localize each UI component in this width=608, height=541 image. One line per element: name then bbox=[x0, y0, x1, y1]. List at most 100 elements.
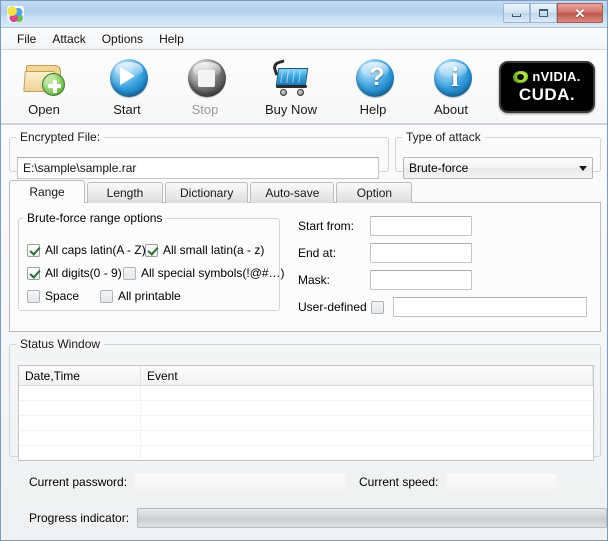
title-bar: ✕ bbox=[1, 1, 607, 28]
current-password-label: Current password: bbox=[29, 475, 128, 489]
current-password-row: Current password: bbox=[29, 474, 346, 490]
column-header-date-time[interactable]: Date,Time bbox=[19, 366, 141, 385]
field-row-start-from: Start from: bbox=[298, 216, 472, 236]
tab-option[interactable]: Option bbox=[336, 182, 413, 203]
checkbox-all-digits[interactable] bbox=[27, 266, 40, 280]
encrypted-file-legend: Encrypted File: bbox=[20, 130, 101, 144]
table-row[interactable] bbox=[19, 386, 593, 401]
table-row[interactable] bbox=[19, 416, 593, 431]
checkbox-row-all-special-symbols[interactable]: All special symbols(!@#…) bbox=[123, 266, 285, 280]
checkbox-space[interactable] bbox=[27, 289, 40, 303]
status-window-legend: Status Window bbox=[20, 337, 101, 351]
maximize-icon bbox=[539, 9, 548, 17]
maximize-button[interactable] bbox=[530, 3, 557, 23]
label-start-from: Start from: bbox=[298, 219, 355, 233]
label-user-defined: User-defined bbox=[298, 300, 367, 314]
nvidia-brand-label: nVIDIA. bbox=[532, 69, 581, 84]
toolbar-button-open[interactable]: Open bbox=[9, 54, 79, 117]
minimize-button[interactable] bbox=[503, 3, 530, 23]
encrypted-file-input[interactable]: E:\sample\sample.rar bbox=[17, 157, 379, 179]
client-area: Encrypted File: E:\sample\sample.rar Typ… bbox=[1, 124, 607, 540]
toolbar-label-open: Open bbox=[28, 102, 60, 117]
tab-dictionary-label: Dictionary bbox=[180, 186, 234, 200]
question-mark-icon: ? bbox=[351, 56, 395, 100]
checkbox-user-defined[interactable] bbox=[371, 300, 384, 314]
progress-indicator-label: Progress indicator: bbox=[29, 511, 130, 525]
tab-option-label: Option bbox=[356, 186, 393, 200]
tab-auto-save[interactable]: Auto-save bbox=[250, 182, 335, 203]
nvidia-eye-logo-icon bbox=[513, 70, 529, 83]
attack-type-select[interactable]: Brute-force bbox=[403, 157, 593, 179]
close-button[interactable]: ✕ bbox=[557, 3, 603, 23]
status-table-body bbox=[19, 386, 593, 460]
field-row-user-defined: User-defined bbox=[298, 297, 587, 317]
checkbox-all-special-symbols[interactable] bbox=[123, 266, 136, 280]
attack-type-legend: Type of attack bbox=[406, 130, 481, 144]
menu-item-attack[interactable]: Attack bbox=[44, 30, 93, 48]
toolbar-button-help[interactable]: ? Help bbox=[338, 54, 408, 117]
toolbar-button-about[interactable]: i About bbox=[416, 54, 486, 117]
checkbox-all-caps-latin[interactable] bbox=[27, 243, 40, 257]
tab-range-label: Range bbox=[29, 185, 65, 199]
current-password-value bbox=[135, 474, 346, 490]
shopping-cart-icon bbox=[269, 56, 313, 100]
toolbar: Open Start Stop Buy Now ? Help i About n… bbox=[1, 50, 607, 124]
toolbar-label-help: Help bbox=[359, 102, 387, 117]
tab-range[interactable]: Range bbox=[9, 180, 85, 203]
checkbox-all-printable[interactable] bbox=[100, 289, 113, 303]
checkbox-all-small-latin[interactable] bbox=[145, 243, 158, 257]
menu-bar: File Attack Options Help bbox=[1, 28, 607, 50]
current-speed-value bbox=[446, 474, 557, 490]
cuda-product-label: CUDA. bbox=[518, 85, 576, 104]
tab-auto-save-label: Auto-save bbox=[265, 186, 320, 200]
input-start-from[interactable] bbox=[370, 216, 472, 236]
attack-type-group: Type of attack Brute-force bbox=[395, 130, 601, 179]
toolbar-button-stop[interactable]: Stop bbox=[170, 54, 240, 117]
checkbox-row-space[interactable]: Space bbox=[27, 289, 79, 303]
play-icon bbox=[105, 56, 149, 100]
checkbox-row-all-printable[interactable]: All printable bbox=[100, 289, 181, 303]
status-window-group: Status Window Date,Time Event bbox=[9, 337, 601, 461]
app-icon bbox=[7, 6, 24, 23]
table-row[interactable] bbox=[19, 446, 593, 460]
tab-panel-range: Brute-force range options All caps latin… bbox=[9, 202, 601, 332]
checkbox-row-all-digits[interactable]: All digits(0 - 9) bbox=[27, 266, 122, 280]
close-icon: ✕ bbox=[574, 5, 586, 21]
toolbar-button-buy-now[interactable]: Buy Now bbox=[252, 54, 330, 117]
minimize-icon bbox=[512, 13, 521, 17]
tab-length[interactable]: Length bbox=[87, 182, 163, 203]
menu-item-file[interactable]: File bbox=[9, 30, 44, 48]
checkbox-row-all-small-latin[interactable]: All small latin(a - z) bbox=[145, 243, 264, 257]
folder-add-icon bbox=[22, 56, 66, 100]
label-end-at: End at: bbox=[298, 246, 337, 260]
menu-item-options[interactable]: Options bbox=[94, 30, 151, 48]
stop-icon bbox=[183, 56, 227, 100]
window-controls: ✕ bbox=[503, 3, 603, 23]
tab-dictionary[interactable]: Dictionary bbox=[165, 182, 249, 203]
progress-bar bbox=[137, 508, 607, 528]
toolbar-button-start[interactable]: Start bbox=[92, 54, 162, 117]
input-mask[interactable] bbox=[370, 270, 472, 290]
toolbar-label-stop: Stop bbox=[191, 102, 219, 117]
table-row[interactable] bbox=[19, 401, 593, 416]
brute-force-range-options-legend: Brute-force range options bbox=[27, 211, 163, 225]
application-window: ✕ File Attack Options Help Open Start St… bbox=[0, 0, 608, 541]
toolbar-label-buy-now: Buy Now bbox=[264, 102, 318, 117]
column-header-event[interactable]: Event bbox=[141, 366, 593, 385]
checkbox-row-all-caps-latin[interactable]: All caps latin(A - Z) bbox=[27, 243, 146, 257]
menu-item-help[interactable]: Help bbox=[151, 30, 192, 48]
nvidia-cuda-badge[interactable]: nVIDIA. CUDA. bbox=[499, 61, 595, 113]
checkbox-label-all-digits: All digits(0 - 9) bbox=[45, 266, 122, 280]
attack-type-value: Brute-force bbox=[409, 161, 469, 175]
table-row[interactable] bbox=[19, 431, 593, 446]
toolbar-label-start: Start bbox=[113, 102, 141, 117]
field-row-end-at: End at: bbox=[298, 243, 472, 263]
toolbar-label-about: About bbox=[434, 102, 468, 117]
status-table[interactable]: Date,Time Event bbox=[18, 365, 594, 461]
input-user-defined[interactable] bbox=[393, 297, 587, 317]
checkbox-label-space: Space bbox=[45, 289, 80, 303]
checkbox-label-all-caps-latin: All caps latin(A - Z) bbox=[45, 243, 146, 257]
encrypted-file-group: Encrypted File: E:\sample\sample.rar bbox=[9, 130, 389, 179]
input-end-at[interactable] bbox=[370, 243, 472, 263]
status-table-header: Date,Time Event bbox=[19, 366, 593, 386]
